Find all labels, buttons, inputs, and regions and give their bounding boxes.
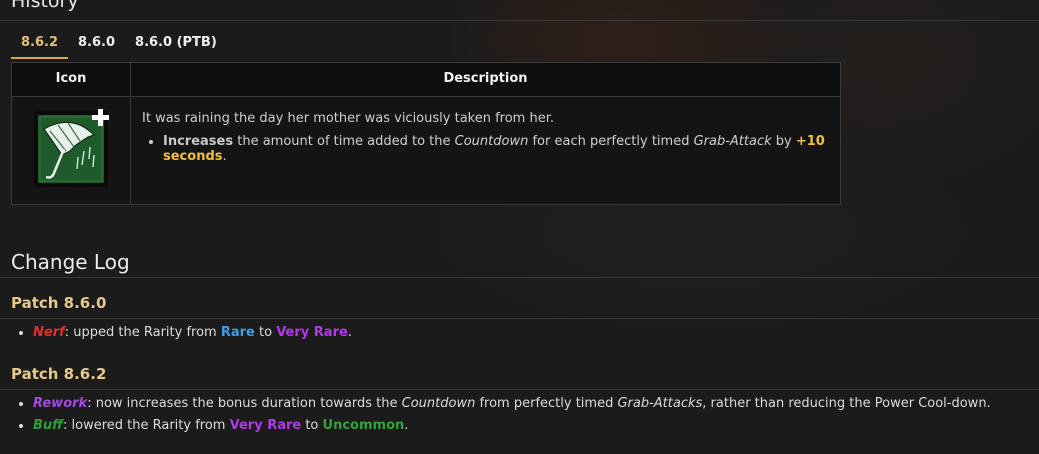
rarity-uncommon[interactable]: Uncommon (323, 418, 405, 433)
tab-8-6-2[interactable]: 8.6.2 (11, 27, 69, 59)
icon-cell (12, 97, 130, 203)
entry-text: , rather than reducing the Power Cool-do… (702, 396, 991, 411)
entry-text: from perfectly timed (475, 396, 618, 411)
column-divider (130, 63, 131, 204)
perk-description: It was raining the day her mother was vi… (142, 111, 832, 164)
grab-attacks-term: Grab-Attacks (617, 396, 703, 411)
table-header: Icon Description (12, 63, 840, 97)
rarity-rare[interactable]: Rare (221, 325, 255, 340)
patch-8-6-0-list: Nerf: upped the Rarity from Rare to Very… (11, 325, 352, 347)
rarity-very-rare[interactable]: Very Rare (276, 325, 348, 340)
icon-column-header: Icon (55, 71, 87, 86)
effect-list: Increases the amount of time added to th… (142, 134, 832, 164)
list-item: Buff: lowered the Rarity from Very Rare … (33, 418, 991, 433)
changelog-divider (0, 277, 1039, 278)
buff-tag[interactable]: Buff (33, 418, 63, 433)
list-item: Increases the amount of time added to th… (163, 134, 832, 164)
nerf-tag[interactable]: Nerf (33, 325, 65, 340)
umbrella-perk-icon (34, 109, 109, 187)
patch-title: Patch 8.6.0 (11, 294, 107, 312)
rework-tag[interactable]: Rework (33, 396, 87, 411)
rarity-very-rare[interactable]: Very Rare (230, 418, 302, 433)
patch-8-6-2-list: Rework: now increases the bonus duration… (11, 396, 991, 440)
entry-text: : upped the Rarity from (64, 325, 221, 340)
tab-8-6-0[interactable]: 8.6.0 (68, 27, 125, 59)
entry-text: : lowered the Rarity from (63, 418, 230, 433)
version-tabs: 8.6.2 8.6.0 8.6.0 (PTB) (11, 27, 227, 59)
entry-text: . (347, 325, 352, 340)
changelog-heading: Change Log (11, 250, 130, 274)
list-item: Nerf: upped the Rarity from Rare to Very… (33, 325, 352, 340)
entry-text: : now increases the bonus duration towar… (87, 396, 402, 411)
history-divider (0, 20, 1039, 21)
effect-text: for each perfectly timed (528, 134, 694, 149)
effect-text: the amount of time added to the (233, 134, 455, 149)
description-column-header: Description (443, 71, 528, 86)
effect-text: by (771, 134, 796, 149)
countdown-term: Countdown (401, 396, 476, 411)
lore-text: It was raining the day her mother was vi… (142, 111, 554, 126)
patch-divider (0, 389, 1039, 390)
history-heading: History (11, 0, 79, 12)
tab-8-6-0-ptb[interactable]: 8.6.0 (PTB) (125, 27, 227, 59)
effect-verb: Increases (163, 134, 234, 149)
countdown-term: Countdown (454, 134, 529, 149)
grab-attack-term: Grab-Attack (693, 134, 772, 149)
patch-divider (0, 318, 1039, 319)
effect-text: . (222, 149, 227, 164)
entry-text: to (254, 325, 277, 340)
list-item: Rework: now increases the bonus duration… (33, 396, 991, 411)
entry-text: to (301, 418, 323, 433)
entry-text: . (404, 418, 409, 433)
patch-title: Patch 8.6.2 (11, 365, 107, 383)
